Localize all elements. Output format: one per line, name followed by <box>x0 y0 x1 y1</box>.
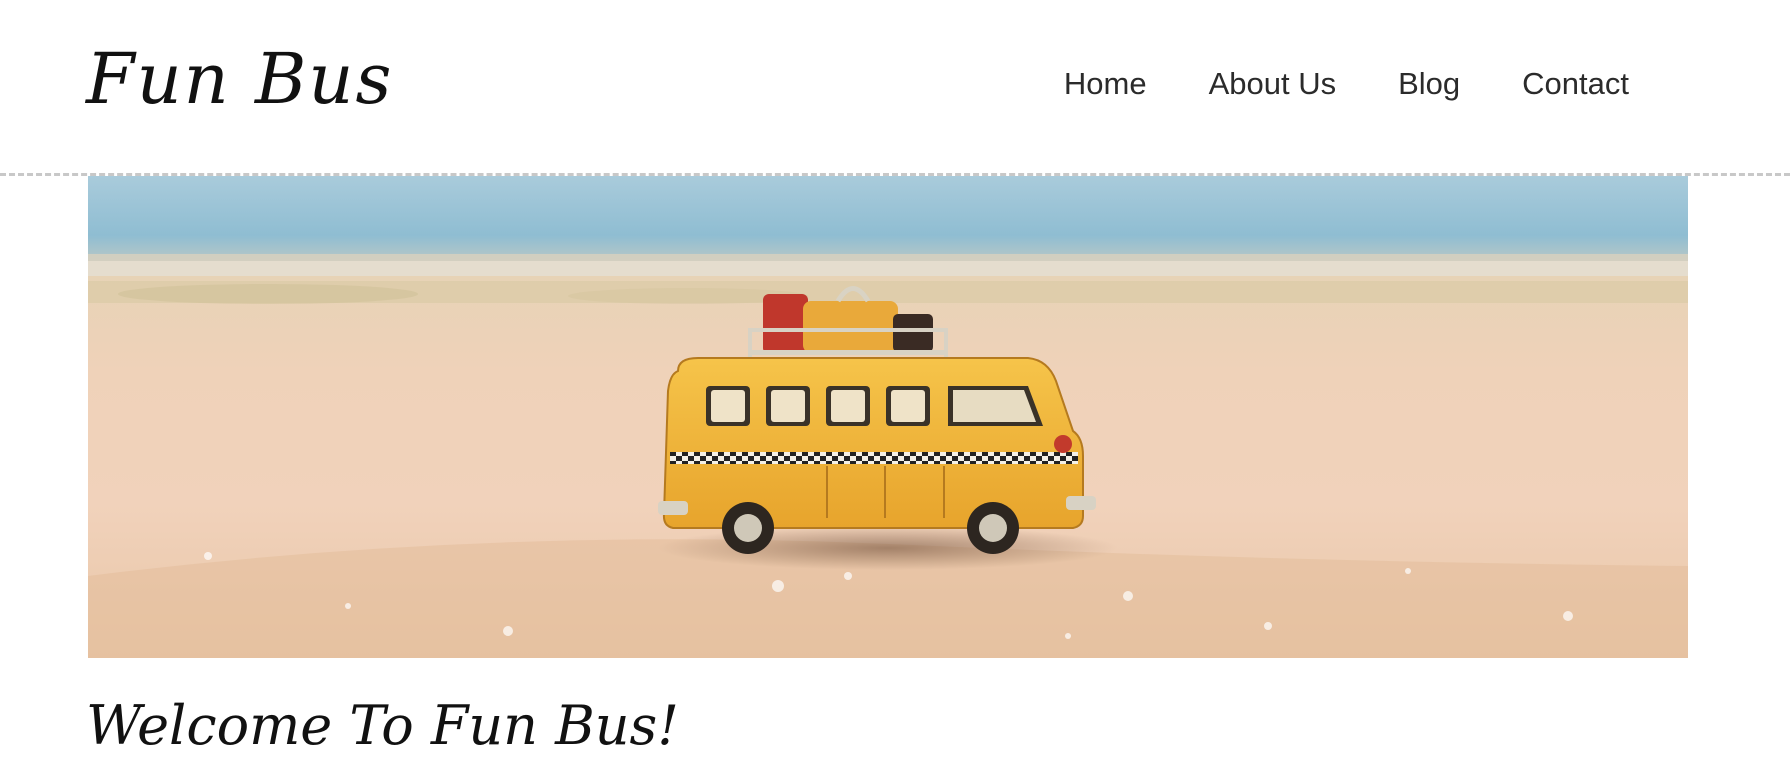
main-nav: Home About Us Blog Contact <box>1064 62 1629 106</box>
welcome-heading: Welcome To Fun Bus! <box>86 694 679 757</box>
nav-link-home[interactable]: Home <box>1064 62 1147 106</box>
site-header: Fun Bus Home About Us Blog Contact <box>0 0 1790 176</box>
hero-image <box>88 176 1688 658</box>
toy-bus <box>658 357 1096 529</box>
hero-sky <box>88 176 1688 261</box>
nav-link-about-us[interactable]: About Us <box>1209 62 1337 106</box>
bus-checker-stripe <box>670 452 1078 464</box>
page: Fun Bus Home About Us Blog Contact Welco… <box>0 0 1790 784</box>
nav-link-blog[interactable]: Blog <box>1398 62 1460 106</box>
site-logo[interactable]: Fun Bus <box>86 34 393 124</box>
nav-link-contact[interactable]: Contact <box>1522 62 1629 106</box>
